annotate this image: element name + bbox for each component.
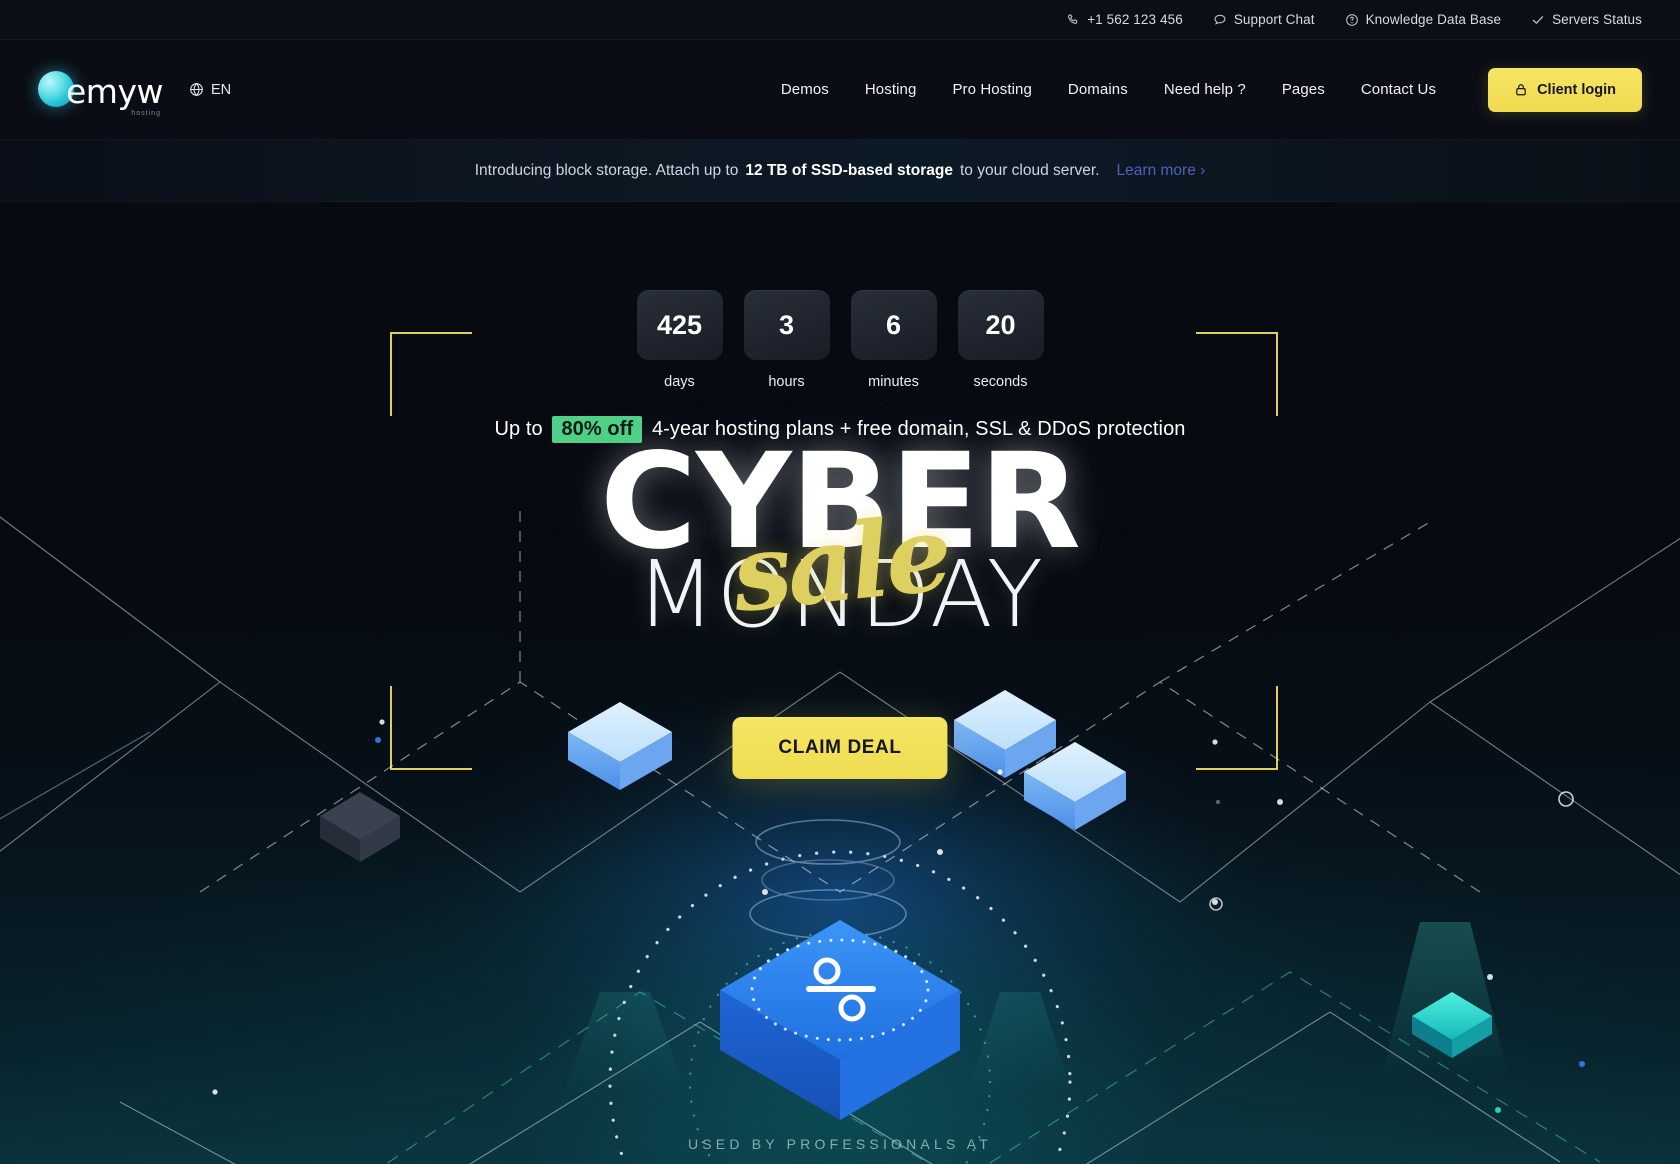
cube-blue-right-a (954, 690, 1056, 778)
language-switcher[interactable]: EN (189, 82, 231, 98)
central-node (720, 920, 960, 1120)
site-logo[interactable]: emyw hosting (38, 71, 163, 117)
logo-subtext: hosting (131, 110, 161, 117)
countdown-label: days (664, 374, 695, 390)
countdown-value: 3 (743, 290, 830, 360)
announcement-bar: Introducing block storage. Attach up to … (0, 140, 1680, 202)
countdown-value: 20 (957, 290, 1044, 360)
logo-wordmark: emyw (66, 72, 163, 111)
used-by-professionals-label: USED BY PROFESSIONALS AT (687, 1136, 993, 1152)
cube-blue-right-b (1024, 742, 1126, 830)
wordmark-line-cyber: CYBER (600, 425, 1081, 579)
nav-item-hosting[interactable]: Hosting (847, 81, 935, 98)
bracket-bottom-left (390, 686, 472, 770)
cube-grey (320, 792, 400, 862)
chat-bubble-icon (1213, 13, 1227, 27)
main-header: emyw hosting EN Demos Hosting Pro Hostin… (0, 40, 1680, 140)
nav-item-contact-us[interactable]: Contact Us (1343, 81, 1454, 98)
globe-icon (189, 82, 204, 97)
hero-section: 425 days 3 hours 6 minutes 20 seconds Up… (0, 202, 1680, 1164)
page-root: +1 562 123 456 Support Chat Knowledge Da… (0, 0, 1680, 1164)
wordmark-script-sale: sale (726, 491, 954, 636)
announcement-learn-more-link[interactable]: Learn more › (1117, 162, 1206, 180)
percent-icon (806, 957, 876, 1022)
countdown-label: seconds (973, 374, 1028, 390)
topbar-item-label: Servers Status (1552, 12, 1642, 27)
claim-deal-button[interactable]: CLAIM DEAL (732, 717, 948, 779)
countdown-label: minutes (868, 374, 919, 390)
topbar-item-label: Knowledge Data Base (1365, 12, 1502, 27)
client-login-button[interactable]: Client login (1488, 67, 1642, 112)
countdown-timer: 425 days 3 hours 6 minutes 20 seconds (0, 290, 1680, 390)
bracket-bottom-right (1196, 686, 1278, 770)
announcement-bold: 12 TB of SSD-based storage (745, 161, 953, 179)
hero-wordmark: CYBER MONDAY (0, 425, 1680, 649)
nav-item-domains[interactable]: Domains (1050, 81, 1146, 98)
countdown-unit-days: 425 days (636, 290, 723, 390)
nav-item-demos[interactable]: Demos (763, 81, 847, 98)
brand-area: emyw hosting EN (38, 71, 231, 117)
topbar-item-label: Support Chat (1233, 12, 1315, 27)
topbar-item-servers-status[interactable]: Servers Status (1531, 12, 1642, 27)
wordmark-line-monday: MONDAY (636, 541, 1044, 649)
topbar-item-support-chat[interactable]: Support Chat (1213, 12, 1315, 27)
cube-blue-left (568, 702, 672, 790)
topbar-item-phone[interactable]: +1 562 123 456 (1066, 12, 1183, 27)
client-login-label: Client login (1537, 81, 1616, 98)
nav-item-pages[interactable]: Pages (1264, 81, 1343, 98)
countdown-unit-minutes: 6 minutes (850, 290, 937, 390)
countdown-value: 425 (636, 290, 723, 360)
phone-icon (1066, 13, 1080, 27)
language-label: EN (210, 81, 232, 98)
countdown-value: 6 (850, 290, 937, 360)
offer-prefix: Up to (494, 418, 543, 440)
nav-item-pro-hosting[interactable]: Pro Hosting (934, 81, 1049, 98)
topbar-item-knowledge-base[interactable]: Knowledge Data Base (1345, 12, 1502, 27)
nav-item-need-help[interactable]: Need help ? (1146, 81, 1264, 98)
offer-headline: Up to 80% off 4-year hosting plans + fre… (0, 416, 1680, 443)
countdown-label: hours (768, 374, 805, 390)
announcement-suffix: to your cloud server. (959, 161, 1100, 179)
check-icon (1531, 13, 1545, 27)
topbar-item-label: +1 562 123 456 (1087, 12, 1183, 27)
countdown-unit-hours: 3 hours (743, 290, 830, 390)
offer-discount-badge: 80% off (552, 416, 643, 443)
countdown-unit-seconds: 20 seconds (957, 290, 1044, 390)
lock-icon (1514, 82, 1528, 97)
top-utility-bar: +1 562 123 456 Support Chat Knowledge Da… (0, 0, 1680, 40)
diamond-teal-right (1412, 992, 1492, 1058)
primary-navigation: Demos Hosting Pro Hosting Domains Need h… (763, 67, 1642, 112)
offer-suffix: 4-year hosting plans + free domain, SSL … (651, 418, 1186, 440)
question-circle-icon (1345, 13, 1359, 27)
announcement-prefix: Introducing block storage. Attach up to (474, 161, 739, 179)
